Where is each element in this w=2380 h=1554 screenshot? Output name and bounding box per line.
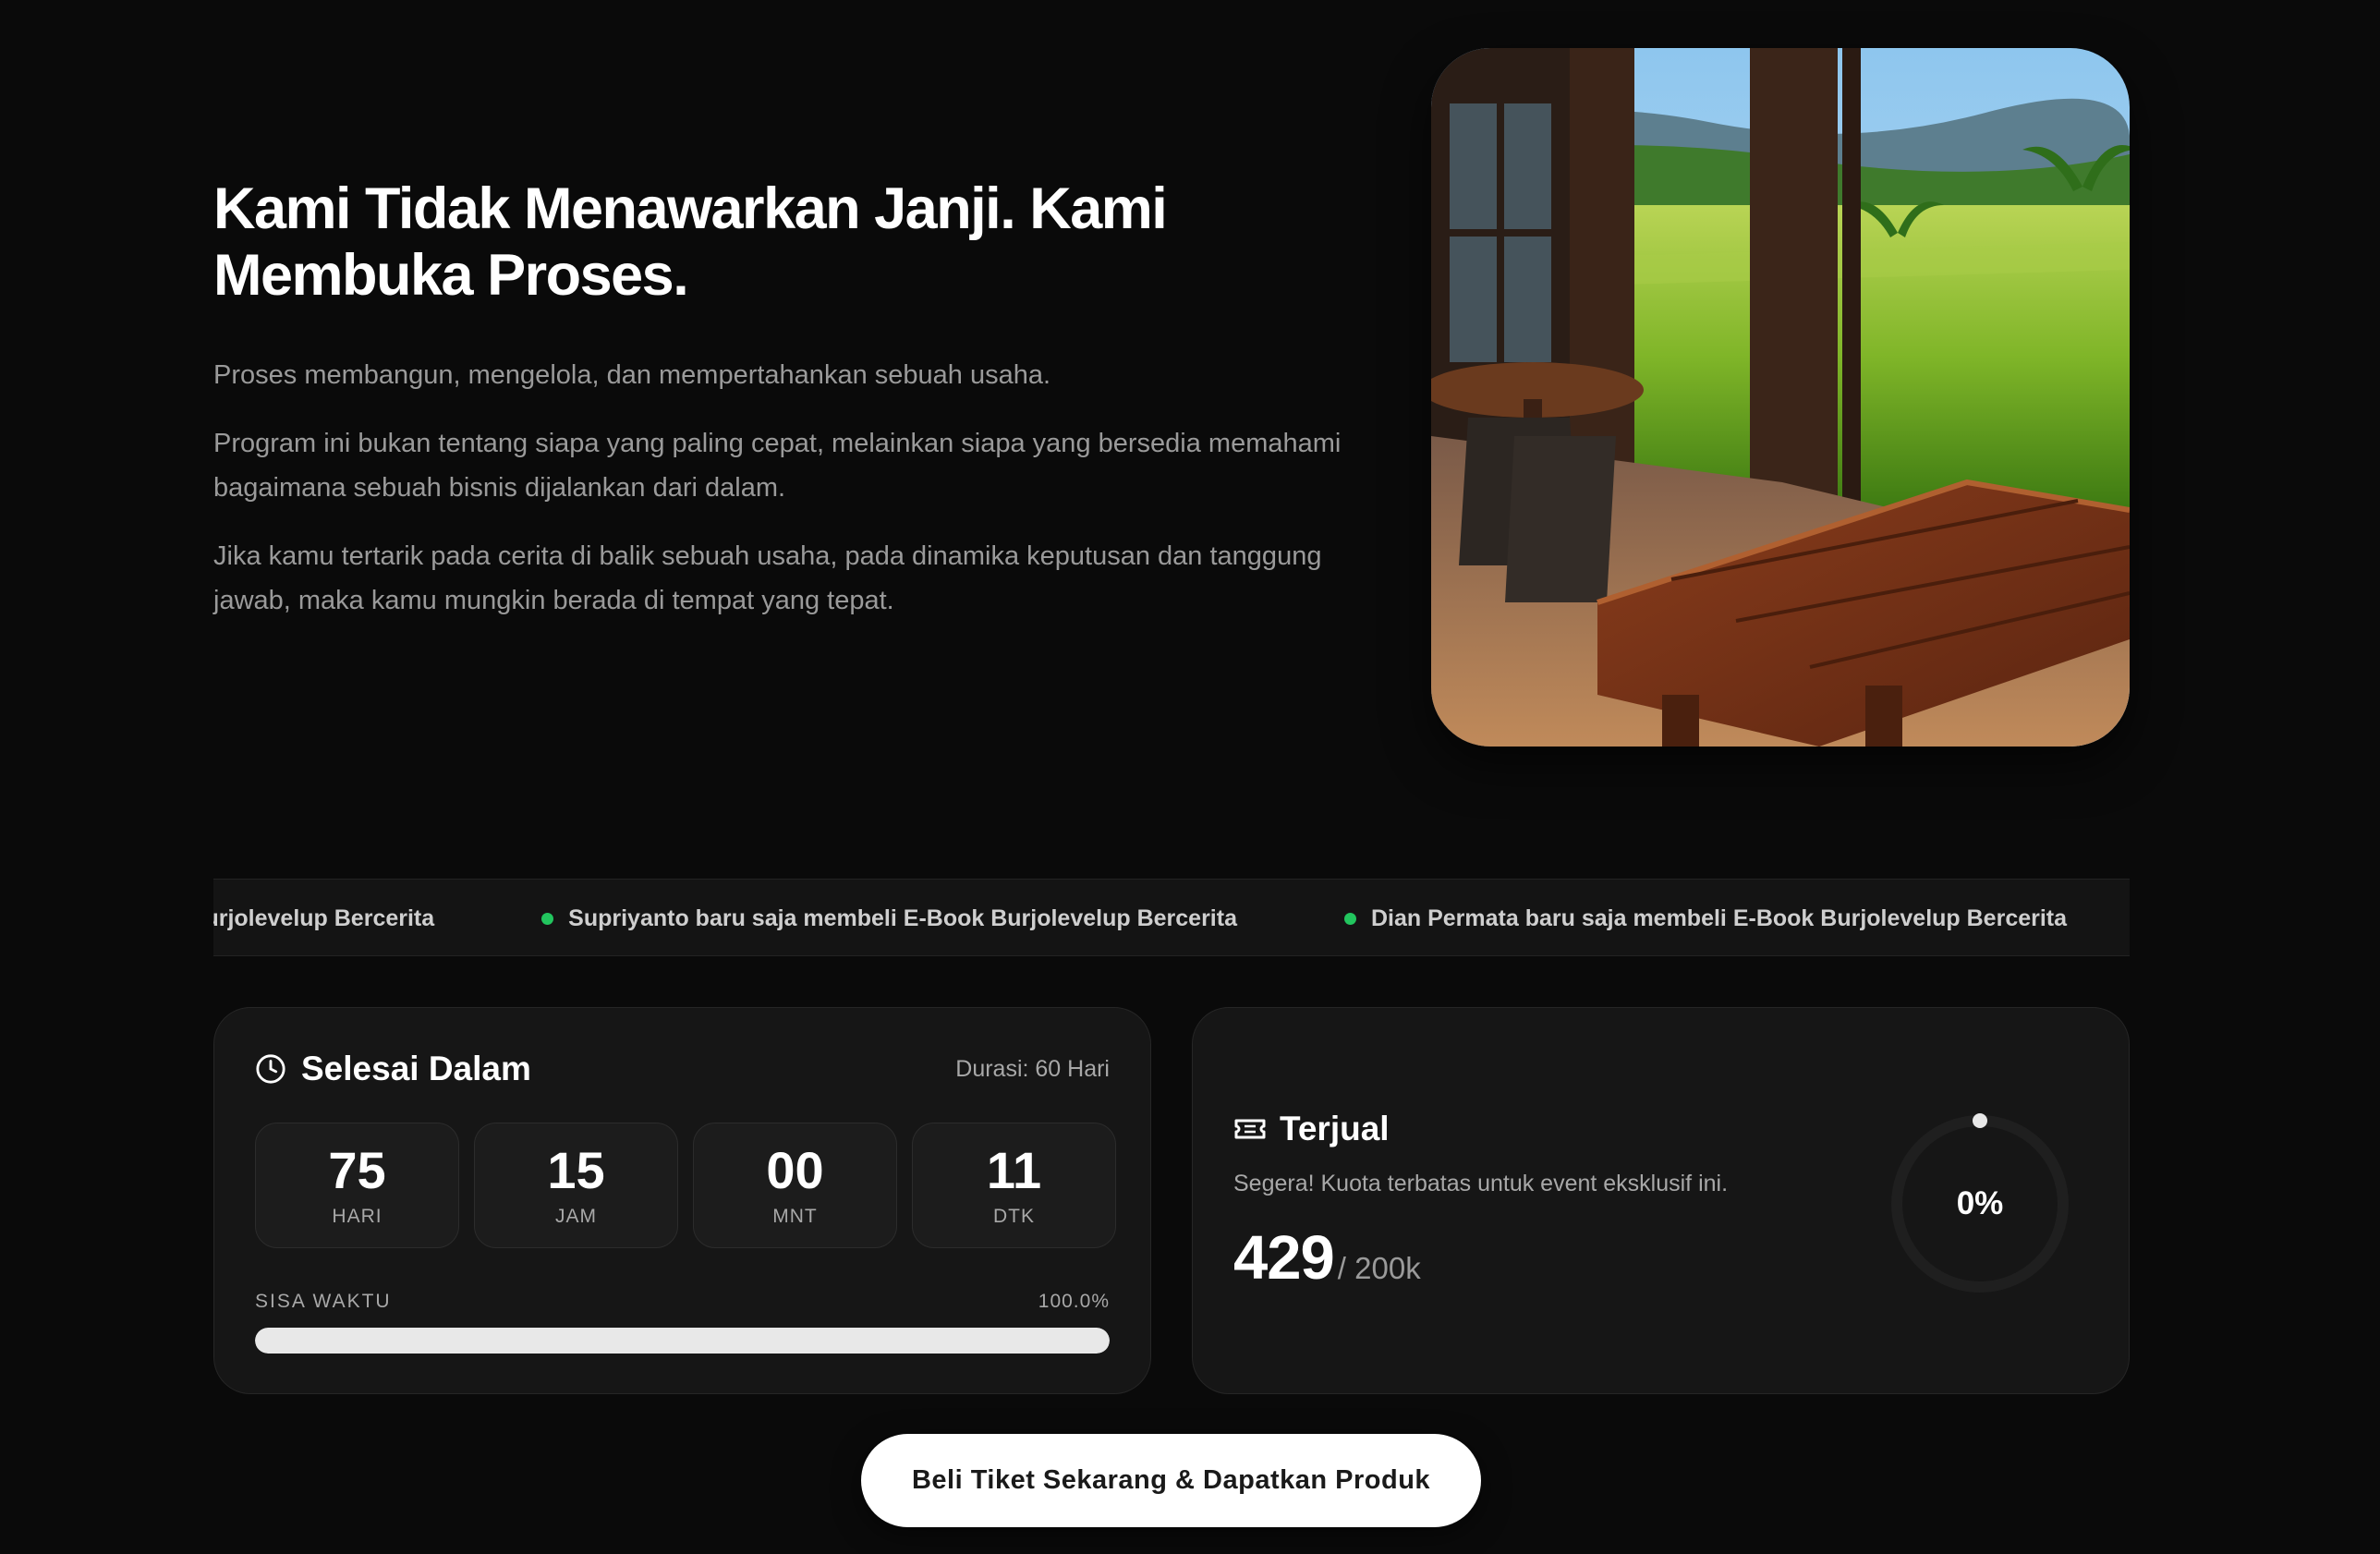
sold-count: 429 [1233, 1223, 1335, 1293]
time-remaining-row: SISA WAKTU 100.0% [255, 1291, 1110, 1313]
clock-icon [256, 1054, 285, 1084]
hero-section: Kami Tidak Menawarkan Janji. Kami Membuk… [213, 176, 1359, 623]
countdown-boxes: 75 HARI 15 JAM 00 MNT 11 DTK [255, 1123, 1116, 1248]
countdown-unit-label: HARI [332, 1206, 382, 1227]
countdown-days: 75 HARI [255, 1123, 459, 1248]
status-dot-icon [541, 912, 554, 925]
ticker-item-label: ook Burjolevelup Bercerita [213, 904, 435, 931]
ticker-item: Supriyanto baru saja membeli E-Book Burj… [541, 905, 1237, 932]
sold-percent: 0% [1956, 1185, 2004, 1221]
countdown-value: 15 [547, 1141, 605, 1199]
hero-paragraph: Jika kamu tertarik pada cerita di balik … [213, 541, 1322, 615]
sold-card: Terjual Segera! Kuota terbatas untuk eve… [1192, 1007, 2130, 1394]
countdown-header: Selesai Dalam Durasi: 60 Hari [255, 1049, 1110, 1089]
ticker-item-label: Dian Permata baru saja membeli E-Book Bu… [1370, 904, 2068, 931]
ticker-item-label: Supriyanto baru saja membeli E-Book Burj… [568, 904, 1237, 931]
sold-total: / 200k [1337, 1251, 1421, 1285]
ticket-icon [1234, 1119, 1266, 1139]
ticker-item: Dian Permata baru saja membeli E-Book Bu… [1343, 904, 2068, 932]
ticker-track: ook Burjolevelup Bercerita Supriyanto ba… [213, 880, 2130, 955]
sold-header: Terjual [1233, 1110, 1390, 1148]
hero-paragraph: Program ini bukan tentang siapa yang pal… [213, 429, 1342, 503]
time-remaining-progress-fill [255, 1328, 1110, 1354]
countdown-duration: Durasi: 60 Hari [955, 1055, 1110, 1082]
status-dot-icon [1343, 912, 1356, 925]
countdown-title: Selesai Dalam [301, 1050, 531, 1087]
hero-paragraph: Proses membangun, mengelola, dan mempert… [213, 360, 1051, 390]
countdown-seconds: 11 DTK [912, 1123, 1116, 1248]
sold-count-row: 429 / 200k [1233, 1222, 1421, 1293]
countdown-value: 00 [766, 1141, 824, 1199]
countdown-value: 75 [328, 1141, 386, 1199]
hero-title: Kami Tidak Menawarkan Janji. Kami Membuk… [213, 176, 1168, 308]
sold-progress-ring: 0% [1888, 1111, 2072, 1296]
time-remaining-label: SISA WAKTU [255, 1291, 392, 1312]
ticker-item: ook Burjolevelup Bercerita [213, 905, 434, 932]
sold-title: Terjual [1280, 1110, 1390, 1147]
countdown-value: 11 [986, 1141, 1042, 1199]
countdown-minutes: 00 MNT [693, 1123, 897, 1248]
time-remaining-progress-bar [255, 1328, 1110, 1354]
time-remaining-percent: 100.0% [1038, 1291, 1110, 1312]
countdown-card: Selesai Dalam Durasi: 60 Hari 75 HARI 15… [213, 1007, 1151, 1394]
buy-ticket-button[interactable]: Beli Tiket Sekarang & Dapatkan Produk [861, 1434, 1481, 1527]
countdown-hours: 15 JAM [474, 1123, 678, 1248]
countdown-unit-label: JAM [555, 1206, 597, 1227]
purchase-ticker: ook Burjolevelup Bercerita Supriyanto ba… [213, 879, 2130, 956]
countdown-unit-label: DTK [993, 1206, 1035, 1227]
hero-image-rice-field-terrace [1431, 48, 2130, 747]
sold-description: Segera! Kuota terbatas untuk event ekskl… [1233, 1171, 1729, 1196]
page: Kami Tidak Menawarkan Janji. Kami Membuk… [0, 0, 2380, 1554]
countdown-unit-label: MNT [772, 1206, 818, 1227]
